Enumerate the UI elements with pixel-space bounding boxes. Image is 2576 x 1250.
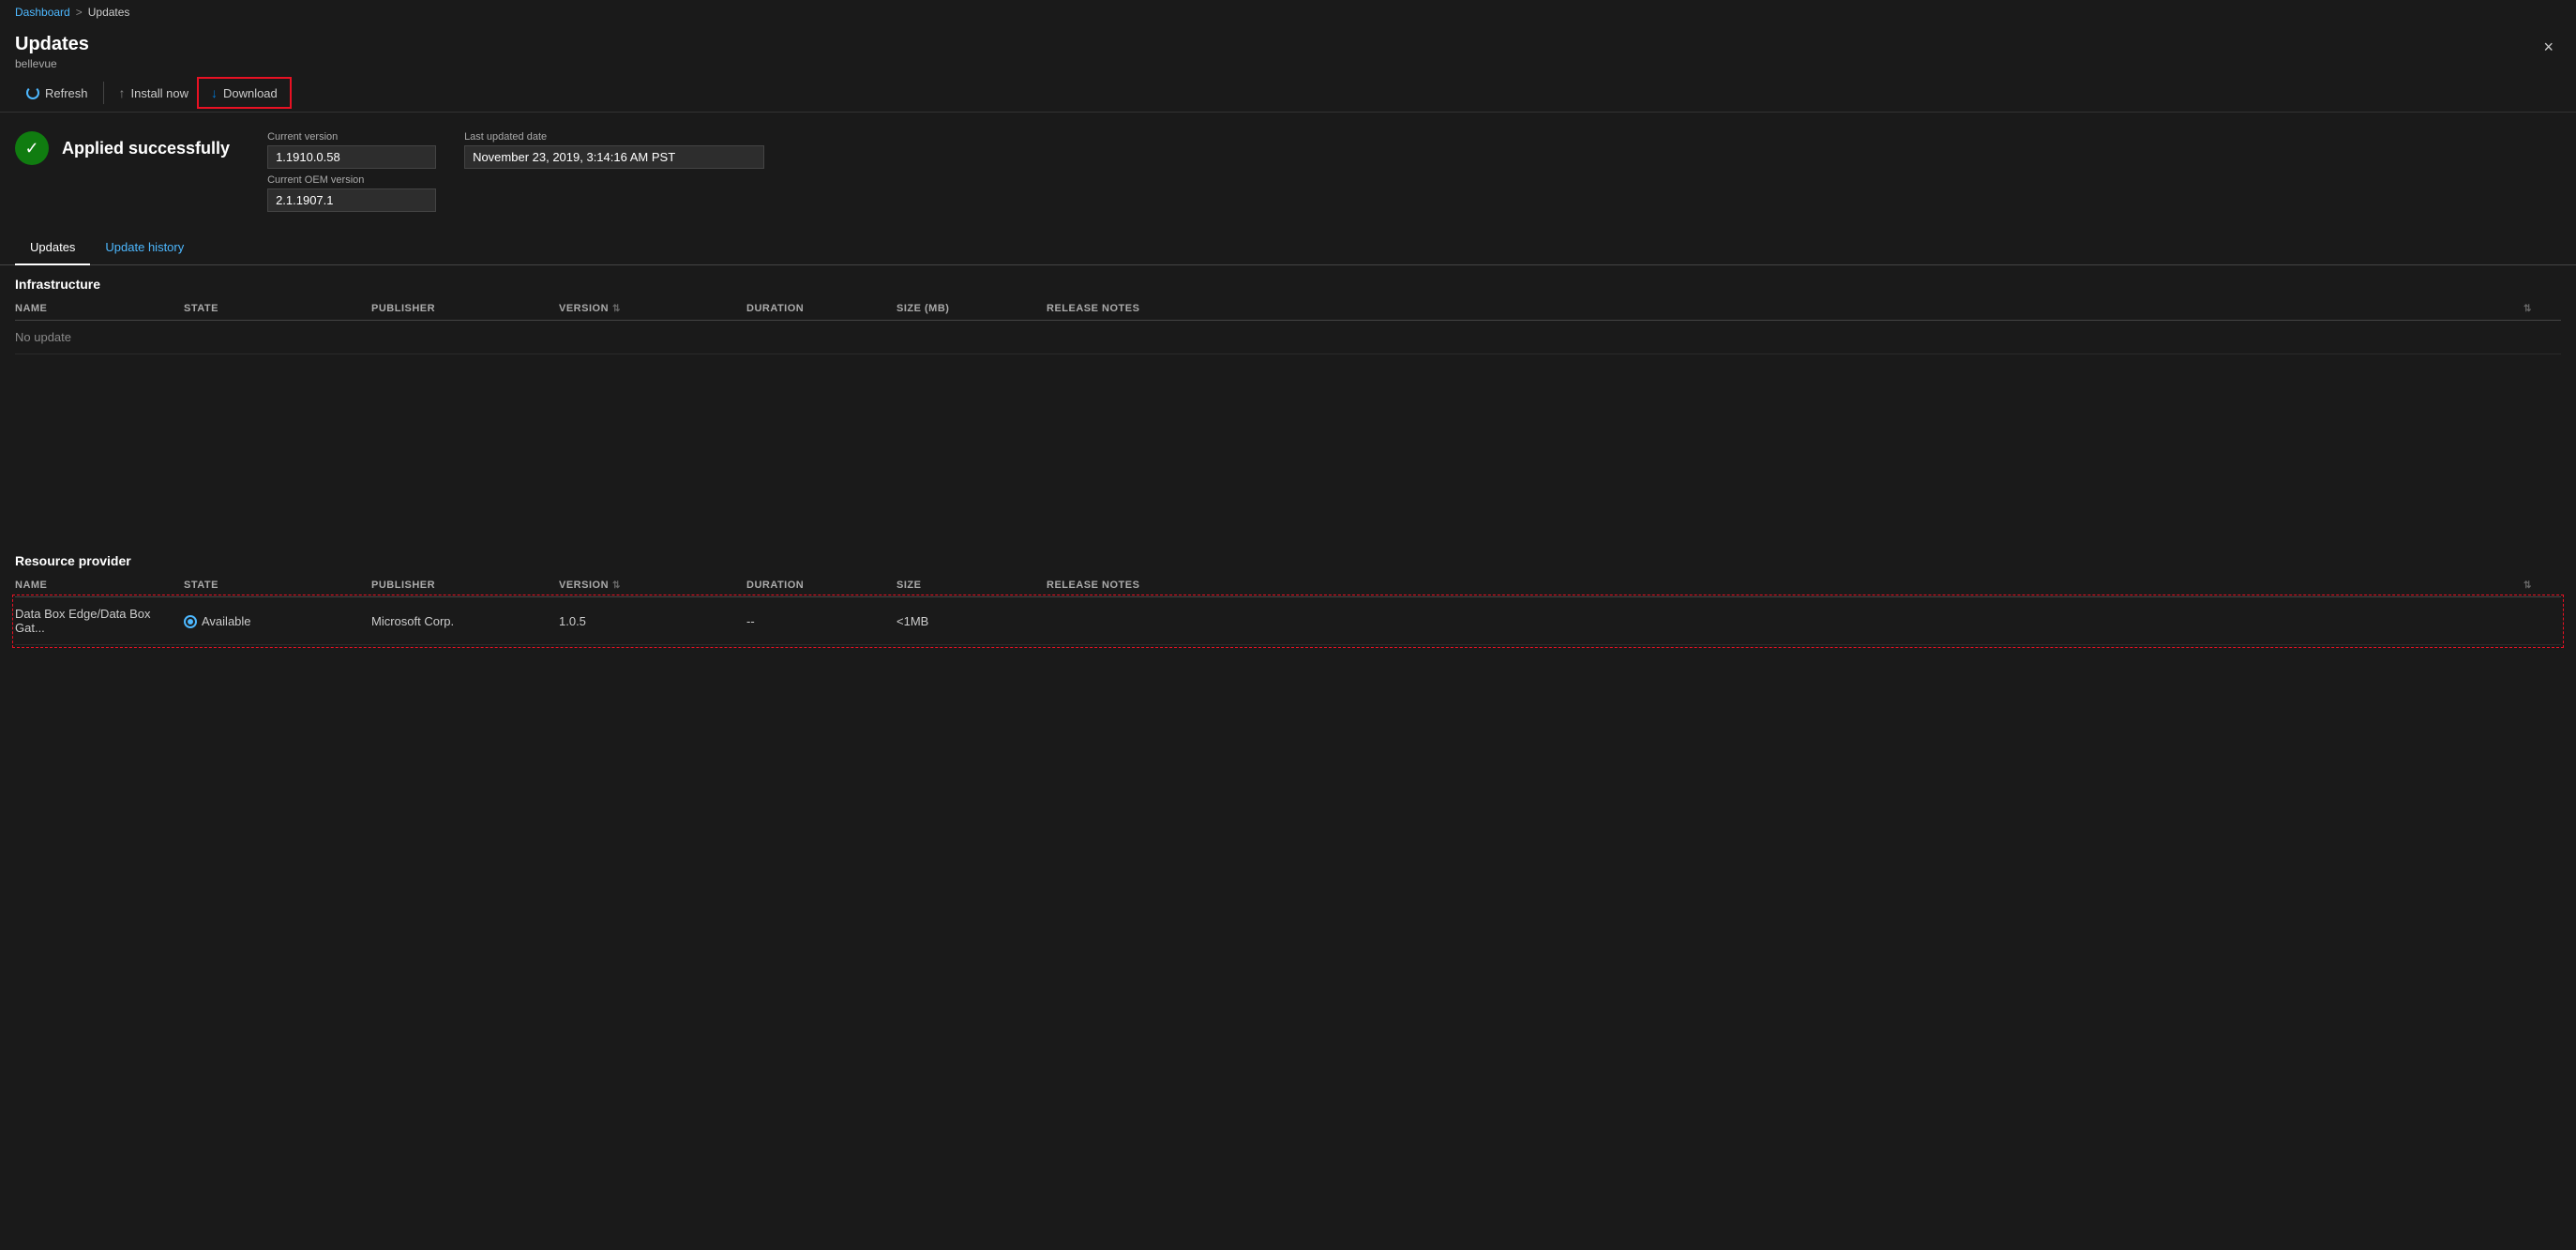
install-icon: ↑: [119, 85, 126, 100]
resource-provider-section: Resource provider NAME STATE PUBLISHER V…: [0, 542, 2576, 645]
rp-col-state: STATE: [184, 580, 371, 591]
rp-col-sort-extra: ⇅: [2523, 580, 2561, 591]
spacer: [0, 354, 2576, 542]
toolbar-separator: [103, 82, 104, 104]
rp-row-state: Available: [184, 613, 371, 629]
version-sort-icon: ⇅: [612, 304, 621, 314]
rp-col-size-label: SIZE: [896, 580, 921, 591]
rp-col-duration-label: DURATION: [746, 580, 804, 591]
infrastructure-section-header: Infrastructure: [0, 265, 2576, 297]
rp-col-release-label: RELEASE NOTES: [1047, 580, 1139, 591]
infrastructure-table-header: NAME STATE PUBLISHER VERSION ⇅ DURATION …: [15, 297, 2561, 321]
infra-col-version-label: VERSION: [559, 303, 609, 314]
current-version-label: Current version: [267, 131, 436, 143]
infra-col-state-label: STATE: [184, 303, 218, 314]
infra-col-name: NAME: [15, 303, 184, 314]
rp-extra-sort-icon: ⇅: [2523, 580, 2532, 591]
rp-row-publisher: Microsoft Corp.: [371, 614, 559, 628]
resource-provider-table: NAME STATE PUBLISHER VERSION ⇅ DURATION …: [0, 574, 2576, 645]
available-dot-inner: [188, 619, 193, 625]
rp-col-state-label: STATE: [184, 580, 218, 591]
current-version-group: Current version 1.1910.0.58: [267, 131, 436, 169]
available-dot: [184, 615, 197, 628]
refresh-icon: [26, 86, 39, 99]
download-label: Download: [223, 86, 278, 100]
infrastructure-table: NAME STATE PUBLISHER VERSION ⇅ DURATION …: [0, 297, 2576, 354]
rp-col-size: SIZE: [896, 580, 1047, 591]
resource-provider-header: Resource provider: [0, 542, 2576, 574]
rp-version-sort-icon: ⇅: [612, 580, 621, 591]
rp-col-name: NAME: [15, 580, 184, 591]
infra-col-publisher: PUBLISHER: [371, 303, 559, 314]
panel-title: Updates: [15, 34, 89, 55]
panel-subtitle: bellevue: [15, 57, 89, 70]
rp-col-release: RELEASE NOTES: [1047, 580, 2523, 591]
extra-sort-icon: ⇅: [2523, 304, 2532, 314]
infra-col-release-label: RELEASE NOTES: [1047, 303, 1139, 314]
rp-row-duration: --: [746, 614, 896, 628]
tabs-container: Updates Update history: [0, 231, 2576, 265]
infra-col-name-label: NAME: [15, 303, 47, 314]
rp-col-version-label: VERSION: [559, 580, 609, 591]
refresh-label: Refresh: [45, 86, 88, 100]
infra-row-name: No update: [15, 330, 184, 344]
infra-col-duration: DURATION: [746, 303, 896, 314]
rp-col-publisher-label: PUBLISHER: [371, 580, 435, 591]
current-version-value: 1.1910.0.58: [267, 145, 436, 169]
rp-col-publisher: PUBLISHER: [371, 580, 559, 591]
breadcrumb-current: Updates: [88, 6, 130, 19]
breadcrumb: Dashboard > Updates: [0, 0, 2576, 24]
panel-title-section: Updates bellevue: [15, 34, 89, 70]
rp-row-size: <1MB: [896, 614, 1047, 628]
current-oem-group: Current OEM version 2.1.1907.1: [267, 174, 436, 212]
toolbar: Refresh ↑ Install now ↓ Download: [0, 74, 2576, 113]
table-row[interactable]: Data Box Edge/Data Box Gat... Available …: [15, 597, 2561, 645]
resource-provider-table-header: NAME STATE PUBLISHER VERSION ⇅ DURATION …: [15, 574, 2561, 597]
tab-updates[interactable]: Updates: [15, 231, 90, 265]
status-text: Applied successfully: [62, 139, 230, 158]
status-fields-right: Last updated date November 23, 2019, 3:1…: [464, 131, 764, 212]
infra-col-release: RELEASE NOTES: [1047, 303, 2523, 314]
status-left: ✓ Applied successfully: [15, 131, 230, 165]
tab-update-history-label: Update history: [105, 240, 184, 254]
last-updated-value: November 23, 2019, 3:14:16 AM PST: [464, 145, 764, 169]
rp-row-name: Data Box Edge/Data Box Gat...: [15, 607, 184, 635]
status-fields-left: Current version 1.1910.0.58 Current OEM …: [267, 131, 436, 212]
rp-row-state-text: Available: [202, 614, 251, 628]
success-icon: ✓: [15, 131, 49, 165]
available-badge: Available: [184, 614, 251, 628]
infra-col-size-label: SIZE (MB): [896, 303, 949, 314]
resource-provider-title: Resource provider: [15, 553, 131, 568]
rp-col-duration: DURATION: [746, 580, 896, 591]
rp-col-name-label: NAME: [15, 580, 47, 591]
tab-updates-label: Updates: [30, 240, 75, 254]
last-updated-group: Last updated date November 23, 2019, 3:1…: [464, 131, 764, 169]
download-button[interactable]: ↓ Download: [200, 80, 289, 106]
panel-header: Updates bellevue ×: [0, 24, 2576, 74]
infra-col-duration-label: DURATION: [746, 303, 804, 314]
rp-col-version: VERSION ⇅: [559, 580, 746, 591]
current-oem-label: Current OEM version: [267, 174, 436, 186]
current-oem-value: 2.1.1907.1: [267, 188, 436, 212]
breadcrumb-dashboard-link[interactable]: Dashboard: [15, 6, 70, 19]
install-button[interactable]: ↑ Install now: [108, 80, 200, 106]
infra-col-sort-extra: ⇅: [2523, 303, 2561, 314]
infra-col-state: STATE: [184, 303, 371, 314]
install-label: Install now: [131, 86, 188, 100]
download-icon: ↓: [211, 85, 218, 100]
last-updated-label: Last updated date: [464, 131, 764, 143]
rp-row-version: 1.0.5: [559, 614, 746, 628]
table-row: No update: [15, 321, 2561, 354]
status-section: ✓ Applied successfully Current version 1…: [0, 113, 2576, 231]
infrastructure-title: Infrastructure: [15, 277, 100, 292]
breadcrumb-separator: >: [76, 6, 83, 19]
status-fields-container: Current version 1.1910.0.58 Current OEM …: [267, 131, 764, 212]
infra-col-version: VERSION ⇅: [559, 303, 746, 314]
close-button[interactable]: ×: [2536, 34, 2561, 61]
tab-update-history[interactable]: Update history: [90, 231, 199, 265]
infra-col-publisher-label: PUBLISHER: [371, 303, 435, 314]
infra-col-size: SIZE (MB): [896, 303, 1047, 314]
refresh-button[interactable]: Refresh: [15, 81, 99, 106]
